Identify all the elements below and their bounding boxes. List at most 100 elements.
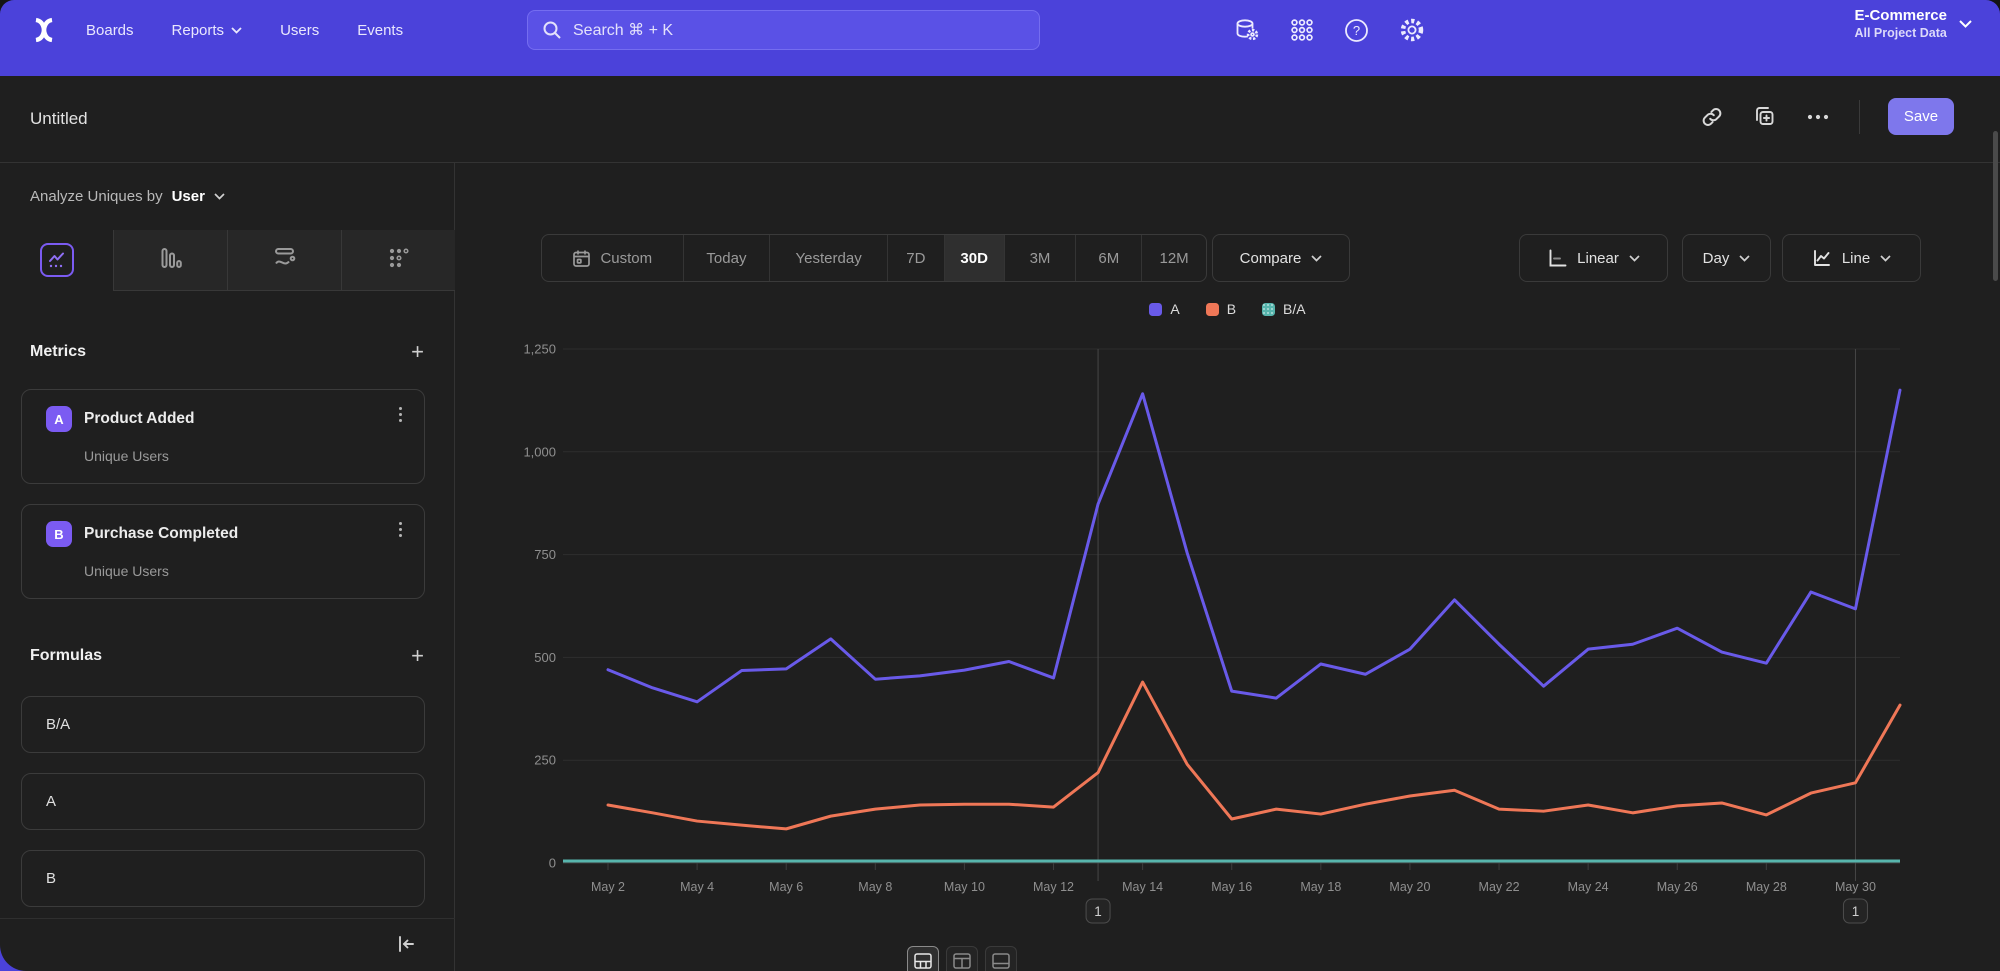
legend-item-b[interactable]: B [1206, 301, 1236, 317]
metrics-title: Metrics [30, 343, 86, 361]
legend-label: A [1170, 301, 1179, 317]
scrollbar-thumb[interactable] [1993, 131, 1998, 281]
nav-item-users[interactable]: Users [280, 22, 319, 39]
metric-menu-icon[interactable] [399, 407, 402, 422]
content-window: Untitled Save Analyze Uniques by User [0, 76, 2000, 971]
insights-chart-icon [40, 243, 74, 277]
more-options-icon[interactable] [1805, 104, 1831, 130]
add-formula-button[interactable]: + [411, 645, 424, 667]
copy-link-icon[interactable] [1700, 105, 1724, 129]
chevron-down-icon [1629, 255, 1640, 262]
metric-letter-badge: B [46, 521, 72, 547]
interval-selector[interactable]: Day [1682, 234, 1771, 282]
project-switcher[interactable]: E-Commerce All Project Data [1854, 7, 1972, 40]
collapse-sidebar-icon[interactable] [395, 933, 417, 955]
range-6m[interactable]: 6M [1075, 235, 1141, 281]
formula-card[interactable]: B/A [21, 696, 425, 753]
metric-menu-icon[interactable] [399, 522, 402, 537]
interval-label: Day [1703, 250, 1730, 267]
range-12m[interactable]: 12M [1141, 235, 1206, 281]
range-custom[interactable]: Custom [542, 235, 683, 281]
settings-gear-icon[interactable] [1399, 17, 1425, 43]
chart-type-selector[interactable]: Line [1782, 234, 1921, 282]
svg-text:250: 250 [534, 753, 556, 768]
range-label: 12M [1160, 250, 1189, 267]
report-type-tabs [0, 230, 455, 291]
report-title: Untitled [30, 109, 88, 129]
tab-funnels[interactable] [113, 230, 227, 291]
divider [1859, 100, 1860, 134]
analyze-by-selector[interactable]: User [172, 188, 205, 205]
nav-item-events[interactable]: Events [357, 22, 403, 39]
mixpanel-logo-icon[interactable] [26, 15, 62, 45]
svg-text:May 2: May 2 [591, 880, 625, 894]
range-3m[interactable]: 3M [1004, 235, 1076, 281]
svg-text:1: 1 [1852, 904, 1860, 919]
trend-chart[interactable]: 02505007501,0001,250May 2May 4May 6May 8… [485, 338, 1945, 938]
help-icon[interactable]: ? [1344, 18, 1369, 43]
layout-split-button[interactable] [946, 946, 978, 971]
legend-item-ba[interactable]: B/A [1262, 301, 1306, 317]
compare-label: Compare [1240, 250, 1302, 267]
nav-item-boards[interactable]: Boards [86, 22, 134, 39]
compare-button[interactable]: Compare [1212, 234, 1350, 282]
search-placeholder: Search ⌘ + K [573, 20, 673, 40]
svg-text:1,000: 1,000 [523, 444, 556, 459]
nav-label: Events [357, 22, 403, 39]
chevron-down-icon [1739, 255, 1750, 262]
svg-text:?: ? [1353, 23, 1360, 38]
svg-text:May 28: May 28 [1746, 880, 1787, 894]
tab-flows[interactable] [227, 230, 341, 291]
legend-item-a[interactable]: A [1149, 301, 1179, 317]
apps-grid-icon[interactable] [1290, 18, 1314, 42]
svg-text:May 30: May 30 [1835, 880, 1876, 894]
duplicate-icon[interactable] [1752, 104, 1777, 129]
layout-chart-top-button[interactable] [907, 946, 939, 971]
svg-text:May 16: May 16 [1211, 880, 1252, 894]
svg-text:May 20: May 20 [1389, 880, 1430, 894]
formula-label: B/A [46, 716, 70, 733]
scale-selector[interactable]: Linear [1519, 234, 1668, 282]
legend-label: B/A [1283, 301, 1306, 317]
tab-insights[interactable] [0, 230, 113, 291]
metric-letter-badge: A [46, 406, 72, 432]
range-today[interactable]: Today [683, 235, 770, 281]
svg-text:May 24: May 24 [1568, 880, 1609, 894]
metric-aggregation[interactable]: Unique Users [84, 563, 169, 579]
chevron-down-icon [1959, 20, 1972, 28]
analyze-uniques-label: Analyze Uniques by [30, 188, 163, 205]
chevron-down-icon[interactable] [214, 193, 225, 200]
formula-card[interactable]: B [21, 850, 425, 907]
legend-label: B [1227, 301, 1236, 317]
search-input[interactable]: Search ⌘ + K [527, 10, 1040, 50]
range-label: Today [706, 250, 746, 267]
app-window: Boards Reports Users Events Search ⌘ + K [0, 0, 2000, 971]
nav-item-reports[interactable]: Reports [172, 22, 243, 39]
svg-text:0: 0 [549, 856, 556, 871]
layout-table-button[interactable] [985, 946, 1017, 971]
metric-aggregation[interactable]: Unique Users [84, 448, 169, 464]
add-metric-button[interactable]: + [411, 341, 424, 363]
range-label: 3M [1030, 250, 1051, 267]
metric-card-a[interactable]: A Product Added Unique Users [21, 389, 425, 484]
svg-text:750: 750 [534, 547, 556, 562]
data-management-icon[interactable] [1234, 17, 1260, 43]
range-label: Yesterday [796, 250, 862, 267]
metric-card-b[interactable]: B Purchase Completed Unique Users [21, 504, 425, 599]
search-icon [542, 20, 562, 40]
chevron-down-icon [231, 27, 242, 34]
range-label: 6M [1098, 250, 1119, 267]
range-30d[interactable]: 30D [944, 235, 1004, 281]
range-yesterday[interactable]: Yesterday [769, 235, 887, 281]
save-button[interactable]: Save [1888, 98, 1954, 135]
range-7d[interactable]: 7D [887, 235, 944, 281]
calendar-icon [572, 249, 591, 268]
linear-axis-icon [1547, 248, 1567, 268]
formulas-section-header: Formulas + [30, 645, 424, 667]
range-label: Custom [600, 250, 652, 267]
tab-retention[interactable] [341, 230, 455, 291]
chart-panel: Custom Today Yesterday 7D 30D 3M 6M 12M … [455, 163, 2000, 971]
formula-card[interactable]: A [21, 773, 425, 830]
metrics-section-header: Metrics + [30, 341, 424, 363]
project-scope: All Project Data [1854, 26, 1947, 40]
